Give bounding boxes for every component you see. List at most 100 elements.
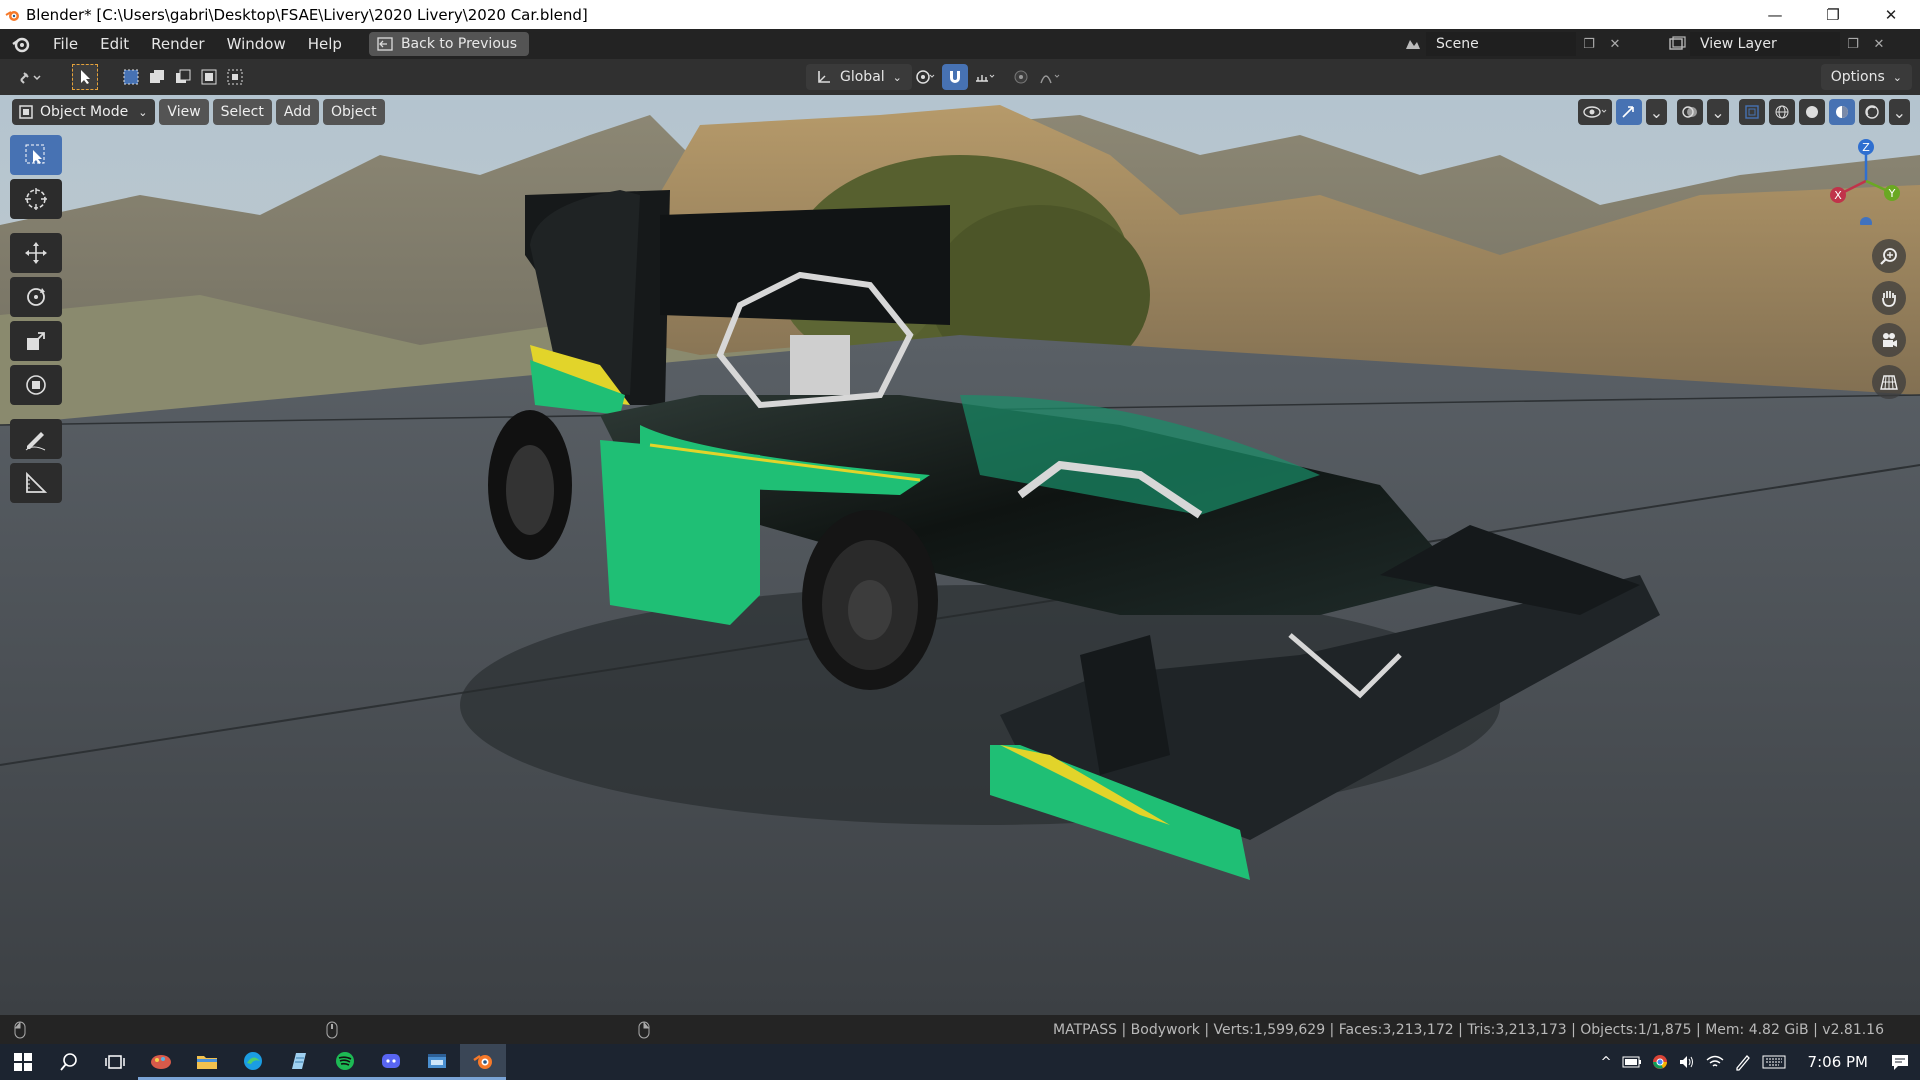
snapping-group <box>912 64 1064 90</box>
delete-view-layer-icon[interactable]: ✕ <box>1866 32 1892 56</box>
overlays-dropdown-chevron-icon[interactable]: ⌄ <box>1707 99 1729 125</box>
editor-type-icon[interactable] <box>12 64 48 90</box>
annotate-tool-icon[interactable] <box>10 419 62 459</box>
view-layer-name-field[interactable]: View Layer <box>1690 32 1840 56</box>
rotate-tool-icon[interactable] <box>10 277 62 317</box>
rendered-shading-icon[interactable] <box>1858 99 1885 125</box>
navigation-gizmo[interactable]: Z X Y <box>1820 135 1910 229</box>
back-icon <box>377 37 393 51</box>
visibility-eye-icon[interactable] <box>1577 99 1612 125</box>
move-tool-icon[interactable] <box>10 233 62 273</box>
view-layer-selector[interactable]: View Layer ❐ ✕ <box>1690 32 1920 56</box>
menu-window[interactable]: Window <box>216 35 297 53</box>
view-layer-browse-icon[interactable] <box>1664 32 1690 56</box>
chrome-tray-icon[interactable] <box>1652 1054 1668 1070</box>
viewport-render[interactable] <box>0 95 1920 1015</box>
window-title: Blender* [C:\Users\gabri\Desktop\FSAE\Li… <box>26 5 588 24</box>
keyboard-icon[interactable] <box>1762 1055 1786 1069</box>
top-menubar: File Edit Render Window Help Back to Pre… <box>0 29 1920 59</box>
active-tool-select-icon[interactable] <box>72 64 98 90</box>
pivot-point-icon[interactable] <box>912 64 938 90</box>
show-gizmo-icon[interactable] <box>1615 99 1642 125</box>
shading-dropdown-chevron-icon[interactable]: ⌄ <box>1888 99 1910 125</box>
volume-icon[interactable] <box>1678 1054 1696 1070</box>
cursor-tool-icon[interactable] <box>10 179 62 219</box>
scene-statistics: MATPASS | Bodywork | Verts:1,599,629 | F… <box>1053 1021 1884 1038</box>
blender-taskbar-icon[interactable] <box>460 1044 506 1080</box>
gizmo-y-label: Y <box>1888 187 1896 200</box>
select-mode-new-icon[interactable] <box>118 64 144 90</box>
chevron-up-icon[interactable]: ^ <box>1601 1055 1612 1070</box>
pen-icon[interactable] <box>1734 1053 1752 1071</box>
edge-browser-icon[interactable] <box>230 1044 276 1080</box>
falloff-curve-icon[interactable] <box>1038 64 1064 90</box>
task-view-icon[interactable] <box>92 1044 138 1080</box>
select-mode-intersect-icon[interactable] <box>222 64 248 90</box>
transform-orientation-dropdown[interactable]: Global ⌄ <box>806 64 912 90</box>
snap-to-increment-icon[interactable] <box>972 64 998 90</box>
select-mode-subtract-icon[interactable] <box>170 64 196 90</box>
scene-selector[interactable]: Scene ❐ ✕ <box>1426 32 1656 56</box>
menu-file[interactable]: File <box>42 35 89 53</box>
back-to-previous-label: Back to Previous <box>400 36 518 52</box>
measure-tool-icon[interactable] <box>10 463 62 503</box>
scene-name-field[interactable]: Scene <box>1426 32 1576 56</box>
material-preview-shading-icon[interactable] <box>1828 99 1855 125</box>
discord-icon[interactable] <box>368 1044 414 1080</box>
select-mode-invert-icon[interactable] <box>196 64 222 90</box>
select-mode-extend-icon[interactable] <box>144 64 170 90</box>
tool-header: Global ⌄ Options ⌄ <box>0 59 1920 95</box>
zoom-icon[interactable] <box>1872 239 1906 273</box>
battery-icon[interactable] <box>1622 1056 1642 1068</box>
chevron-down-icon: ⌄ <box>138 105 148 119</box>
spotify-icon[interactable] <box>322 1044 368 1080</box>
3d-viewport[interactable]: Object Mode ⌄ View Select Add Object ⌄ ⌄ <box>0 95 1920 1015</box>
solid-shading-icon[interactable] <box>1798 99 1825 125</box>
blender-logo-icon[interactable] <box>0 35 42 53</box>
notes-app-icon[interactable] <box>276 1044 322 1080</box>
wifi-icon[interactable] <box>1706 1054 1724 1070</box>
new-view-layer-icon[interactable]: ❐ <box>1840 32 1866 56</box>
scene-browse-icon[interactable] <box>1400 32 1426 56</box>
restore-button[interactable]: ❐ <box>1804 0 1862 29</box>
pan-hand-icon[interactable] <box>1872 281 1906 315</box>
system-tray: ^ 7:06 PM <box>1601 1044 1920 1080</box>
notifications-icon[interactable] <box>1890 1053 1910 1071</box>
viewport-menu-object[interactable]: Object <box>322 99 385 125</box>
gizmo-dropdown-chevron-icon[interactable]: ⌄ <box>1645 99 1668 125</box>
blender-app-icon <box>0 7 26 23</box>
chevron-down-icon: ⌄ <box>1892 70 1902 84</box>
taskbar-clock[interactable]: 7:06 PM <box>1808 1053 1868 1071</box>
search-icon[interactable] <box>46 1044 92 1080</box>
snap-toggle-magnet-icon[interactable] <box>942 64 968 90</box>
viewport-menu-view[interactable]: View <box>159 99 209 125</box>
overlays-icon[interactable] <box>1677 99 1704 125</box>
menu-edit[interactable]: Edit <box>89 35 140 53</box>
object-mode-dropdown[interactable]: Object Mode ⌄ <box>12 99 156 125</box>
windows-start-icon[interactable] <box>0 1044 46 1080</box>
mouse-right-icon <box>638 1021 650 1039</box>
back-to-previous-button[interactable]: Back to Previous <box>368 32 530 56</box>
transform-tool-icon[interactable] <box>10 365 62 405</box>
xray-toggle-icon[interactable] <box>1738 99 1765 125</box>
close-button[interactable]: ✕ <box>1862 0 1920 29</box>
menu-render[interactable]: Render <box>140 35 215 53</box>
delete-scene-icon[interactable]: ✕ <box>1602 32 1628 56</box>
wireframe-shading-icon[interactable] <box>1768 99 1795 125</box>
new-scene-icon[interactable]: ❐ <box>1576 32 1602 56</box>
options-dropdown[interactable]: Options ⌄ <box>1820 64 1912 90</box>
viewport-shading-group: ⌄ ⌄ ⌄ <box>1577 99 1910 125</box>
menu-help[interactable]: Help <box>297 35 353 53</box>
scale-tool-icon[interactable] <box>10 321 62 361</box>
minimize-button[interactable]: — <box>1746 0 1804 29</box>
perspective-grid-icon[interactable] <box>1872 365 1906 399</box>
file-explorer-icon[interactable] <box>184 1044 230 1080</box>
select-box-tool-icon[interactable] <box>10 135 62 175</box>
viewport-menu-select[interactable]: Select <box>212 99 272 125</box>
proportional-editing-icon[interactable] <box>1008 64 1034 90</box>
viewport-menu-add[interactable]: Add <box>275 99 319 125</box>
taskbar-app-paint-icon[interactable] <box>138 1044 184 1080</box>
camera-view-icon[interactable] <box>1872 323 1906 357</box>
window-app-icon[interactable] <box>414 1044 460 1080</box>
window-title-bar: Blender* [C:\Users\gabri\Desktop\FSAE\Li… <box>0 0 1920 29</box>
